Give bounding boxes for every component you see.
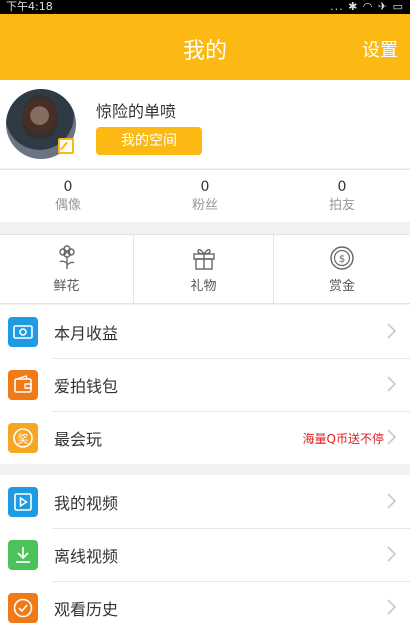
svg-text:奖: 奖	[18, 432, 29, 446]
gift-label: 礼物	[190, 279, 217, 294]
gift-flowers[interactable]: 鲜花	[0, 235, 134, 304]
chevron-right-icon	[387, 546, 397, 562]
menu-item-my-videos[interactable]: 我的视频	[0, 475, 410, 528]
menu-item-offline-videos[interactable]: 离线视频	[0, 528, 410, 581]
gift-bar: 鲜花 礼物 $ 赏金	[0, 234, 410, 304]
chevron-right-icon	[387, 493, 397, 509]
menu-item-best-player[interactable]: 奖 最会玩 海量Q币送不停	[0, 411, 410, 464]
gift-bounty[interactable]: $ 赏金	[274, 235, 410, 304]
gift-presents[interactable]: 礼物	[134, 235, 274, 304]
chevron-right-icon	[387, 429, 397, 445]
stat-value: 0	[337, 179, 347, 195]
stat-value: 0	[200, 179, 210, 195]
menu-label: 离线视频	[54, 547, 119, 566]
money-icon	[8, 317, 38, 347]
page-title: 我的	[182, 39, 227, 64]
gift-label: 鲜花	[53, 279, 80, 294]
menu-label: 本月收益	[54, 324, 119, 343]
flower-icon	[58, 245, 75, 269]
profile-card[interactable]: 惊险的单喷 我的空间	[0, 80, 410, 168]
status-indicators: ... ✱ ◠ ✈ ▭	[330, 0, 404, 13]
stat-value: 0	[63, 179, 73, 195]
video-play-icon	[8, 487, 38, 517]
stat-label: 拍友	[328, 198, 355, 213]
chevron-right-icon	[387, 323, 397, 339]
menu-label: 观看历史	[54, 600, 119, 619]
menu-group-videos: 我的视频 离线视频 观看历史	[0, 475, 410, 634]
menu-item-wallet[interactable]: 爱拍钱包	[0, 358, 410, 411]
chevron-right-icon	[387, 376, 397, 392]
menu-item-monthly-earnings[interactable]: 本月收益	[0, 305, 410, 358]
clock-icon	[8, 593, 38, 623]
stat-label: 粉丝	[191, 198, 218, 213]
award-icon: 奖	[8, 423, 38, 453]
stat-label: 偶像	[54, 198, 81, 213]
promo-text: 海量Q币送不停	[302, 432, 384, 446]
svg-text:$: $	[339, 254, 345, 265]
wallet-icon	[8, 370, 38, 400]
stats-bar: 0 偶像 0 粉丝 0 拍友	[0, 169, 410, 222]
menu-label: 爱拍钱包	[54, 377, 119, 396]
status-bar: 下午4:18 ... ✱ ◠ ✈ ▭	[0, 0, 410, 14]
settings-button[interactable]: 设置	[362, 36, 398, 62]
coin-icon: $	[330, 246, 354, 270]
status-time: 下午4:18	[6, 0, 53, 13]
menu-label: 最会玩	[54, 430, 103, 449]
chevron-right-icon	[387, 599, 397, 615]
gift-icon	[192, 248, 215, 270]
download-icon	[8, 540, 38, 570]
menu-label: 我的视频	[54, 494, 119, 513]
menu-group-earnings: 本月收益 爱拍钱包 奖 最会玩 海量Q币送不停	[0, 305, 410, 464]
gift-label: 赏金	[328, 279, 355, 294]
app-header: 我的 设置	[0, 14, 410, 80]
stat-idols[interactable]: 0 偶像	[0, 178, 136, 216]
edit-icon[interactable]	[58, 138, 74, 154]
my-space-button[interactable]: 我的空间	[96, 127, 202, 155]
stat-friends[interactable]: 0 拍友	[274, 178, 410, 216]
menu-item-watch-history[interactable]: 观看历史	[0, 581, 410, 634]
nickname: 惊险的单喷	[96, 102, 177, 121]
stat-fans[interactable]: 0 粉丝	[137, 178, 273, 216]
